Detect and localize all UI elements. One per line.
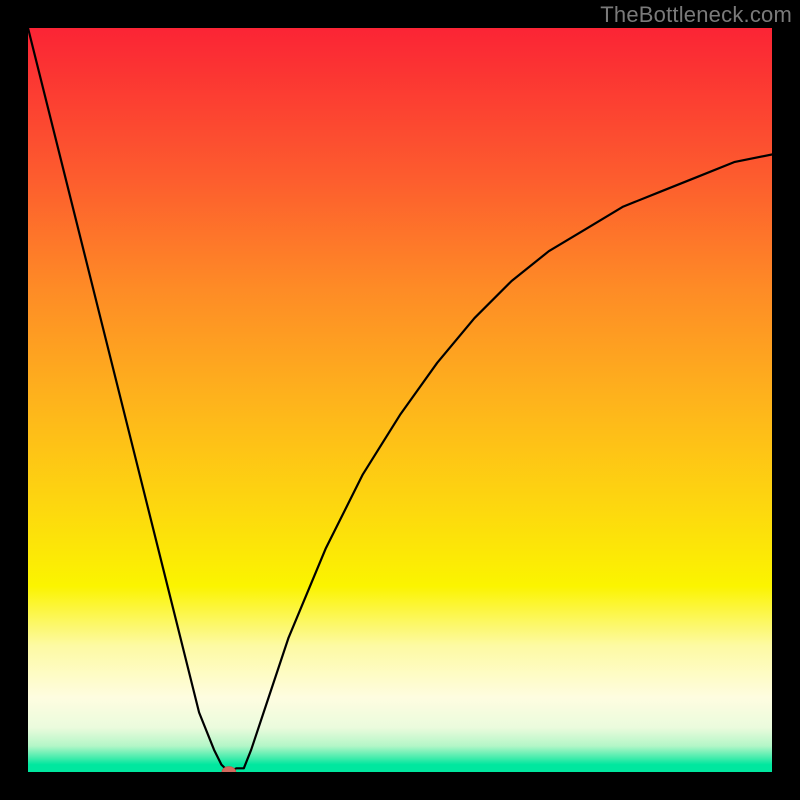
curve-svg — [28, 28, 772, 772]
watermark-text: TheBottleneck.com — [600, 2, 792, 28]
plot-area — [28, 28, 772, 772]
chart-frame: TheBottleneck.com — [0, 0, 800, 800]
bottleneck-curve — [28, 28, 772, 772]
